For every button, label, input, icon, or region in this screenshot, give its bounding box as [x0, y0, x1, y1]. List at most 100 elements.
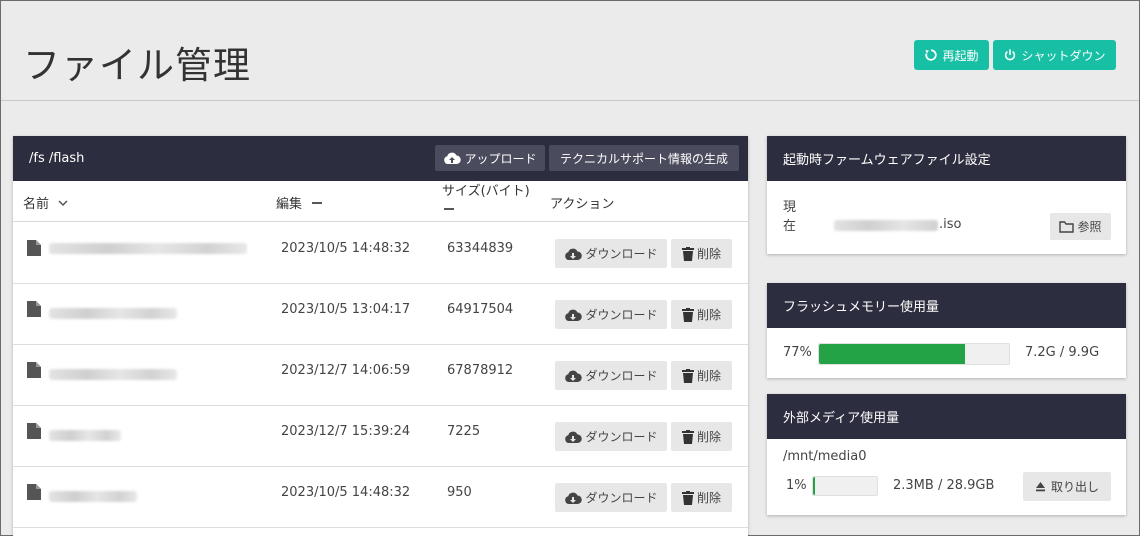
shutdown-button[interactable]: シャットダウン: [993, 40, 1116, 70]
browse-label: 参照: [1077, 220, 1102, 234]
cloud-download-icon: [565, 370, 583, 382]
flash-usage-panel: フラッシュメモリー使用量 77% 7.2G / 9.9G: [767, 283, 1126, 378]
download-button[interactable]: ダウンロード: [555, 239, 667, 268]
upload-label: アップロード: [464, 151, 537, 166]
file-size: 63344839: [447, 241, 514, 256]
page-header: ファイル管理 再起動 シャットダウン: [1, 1, 1139, 101]
boot-firmware-title: 起動時ファームウェアファイル設定: [767, 136, 1126, 181]
file-name-redacted[interactable]: [49, 430, 121, 441]
table-row: 2023/12/7 14:06:59 67878912 ダウンロード 削除: [13, 345, 748, 406]
current-path: /fs /flash: [29, 151, 85, 166]
table-row: 2023/10/5 14:48:32 950 ダウンロード 削除: [13, 467, 748, 528]
delete-label: 削除: [696, 430, 721, 444]
file-name-redacted[interactable]: [49, 491, 137, 502]
flash-progress-fill: [819, 344, 966, 364]
file-icon: [27, 301, 41, 317]
delete-label: 削除: [696, 369, 721, 383]
current-label: 現在: [783, 200, 797, 234]
download-button[interactable]: ダウンロード: [555, 483, 667, 512]
delete-label: 削除: [696, 308, 721, 322]
trash-icon: [681, 368, 694, 383]
file-icon: [27, 423, 41, 439]
browse-button[interactable]: 参照: [1050, 213, 1111, 240]
cloud-upload-icon: [444, 152, 462, 164]
page-title: ファイル管理: [23, 44, 251, 87]
cloud-download-icon: [565, 309, 583, 321]
table-row: 2023/10/5 13:04:17 64917504 ダウンロード 削除: [13, 284, 748, 345]
download-label: ダウンロード: [585, 247, 658, 261]
file-date: 2023/12/7 15:39:24: [281, 424, 411, 439]
file-date: 2023/12/7 14:06:59: [281, 363, 411, 378]
firmware-name-redacted: [834, 220, 938, 231]
folder-icon: [1059, 220, 1075, 233]
file-size: 67878912: [447, 363, 514, 378]
size-column-label: サイズ(バイト): [442, 184, 530, 199]
boot-firmware-panel: 起動時ファームウェアファイル設定 現在 .iso 参照: [767, 136, 1126, 254]
file-name-redacted[interactable]: [49, 369, 177, 380]
cloud-download-icon: [565, 431, 583, 443]
name-column-label: 名前: [23, 197, 50, 212]
eject-button[interactable]: 取り出し: [1023, 472, 1111, 501]
minus-icon: [444, 208, 454, 210]
media-percent: 1%: [786, 478, 807, 493]
download-label: ダウンロード: [585, 369, 658, 383]
upload-button[interactable]: アップロード: [435, 145, 545, 171]
delete-button[interactable]: 削除: [671, 239, 732, 268]
table-header: 名前 編集 サイズ(バイト) アクション: [13, 181, 748, 222]
minus-icon: [312, 202, 323, 204]
file-icon: [27, 484, 41, 500]
tech-support-label: テクニカルサポート情報の生成: [559, 151, 728, 166]
edit-column-label: 編集: [276, 197, 303, 212]
file-date: 2023/10/5 14:48:32: [281, 241, 411, 256]
power-icon: [1005, 49, 1016, 61]
download-label: ダウンロード: [585, 308, 658, 322]
restart-button[interactable]: 再起動: [914, 40, 989, 70]
tech-support-button[interactable]: テクニカルサポート情報の生成: [549, 145, 739, 171]
media-progress-fill: [813, 477, 815, 495]
edit-column-header[interactable]: 編集: [276, 193, 324, 212]
media-usage-panel: 外部メディア使用量 /mnt/media0 1% 2.3MB / 28.9GB …: [767, 394, 1126, 515]
shutdown-label: シャットダウン: [1021, 48, 1106, 63]
file-panel-header: /fs /flash アップロード テクニカルサポート情報の生成: [13, 136, 748, 181]
file-icon: [27, 362, 41, 378]
delete-button[interactable]: 削除: [671, 422, 732, 451]
delete-label: 削除: [696, 491, 721, 505]
download-label: ダウンロード: [585, 491, 658, 505]
action-column-header: アクション: [550, 197, 615, 212]
delete-button[interactable]: 削除: [671, 483, 732, 512]
file-size: 950: [447, 485, 472, 500]
download-button[interactable]: ダウンロード: [555, 422, 667, 451]
name-column-header[interactable]: 名前: [23, 193, 69, 212]
file-size: 64917504: [447, 302, 514, 317]
eject-icon: [1035, 482, 1045, 492]
file-icon: [27, 240, 41, 256]
trash-icon: [681, 246, 694, 261]
download-button[interactable]: ダウンロード: [555, 300, 667, 329]
file-name-redacted[interactable]: [49, 243, 247, 254]
trash-icon: [681, 307, 694, 322]
file-size: 7225: [447, 424, 481, 439]
size-column-header[interactable]: サイズ(バイト): [442, 182, 538, 220]
restart-icon: [925, 49, 938, 61]
delete-button[interactable]: 削除: [671, 300, 732, 329]
delete-button[interactable]: 削除: [671, 361, 732, 390]
flash-progress-bar: [818, 343, 1010, 365]
chevron-down-icon: [58, 200, 68, 207]
firmware-ext: .iso: [939, 217, 962, 232]
delete-label: 削除: [696, 247, 721, 261]
trash-icon: [681, 490, 694, 505]
download-label: ダウンロード: [585, 430, 658, 444]
flash-usage-text: 7.2G / 9.9G: [1025, 345, 1100, 360]
media-usage-title: 外部メディア使用量: [767, 394, 1126, 439]
trash-icon: [681, 429, 694, 444]
restart-label: 再起動: [942, 48, 979, 63]
media-progress-bar: [812, 476, 878, 496]
file-date: 2023/10/5 14:48:32: [281, 485, 411, 500]
file-name-redacted[interactable]: [49, 308, 177, 319]
download-button[interactable]: ダウンロード: [555, 361, 667, 390]
flash-usage-title: フラッシュメモリー使用量: [767, 283, 1126, 328]
eject-label: 取り出し: [1050, 480, 1099, 494]
cloud-download-icon: [565, 248, 583, 260]
file-panel: /fs /flash アップロード テクニカルサポート情報の生成 名前 編集 サ…: [13, 136, 748, 536]
media-usage-text: 2.3MB / 28.9GB: [893, 478, 995, 493]
